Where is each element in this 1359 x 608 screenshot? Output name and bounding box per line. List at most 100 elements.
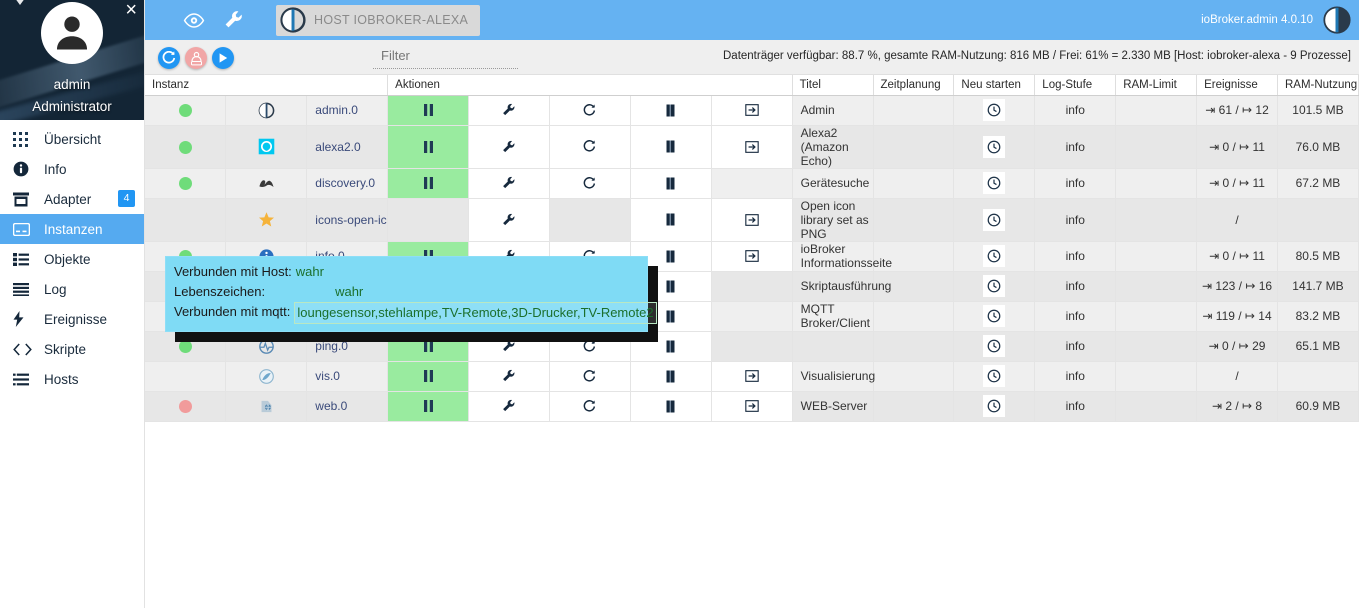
link-icon[interactable] bbox=[712, 96, 792, 125]
loglevel-cell[interactable]: info bbox=[1034, 125, 1117, 169]
loglevel-cell[interactable]: info bbox=[1034, 361, 1117, 392]
action-pause-cell[interactable] bbox=[387, 95, 470, 126]
ramlimit-cell[interactable] bbox=[1115, 95, 1198, 126]
restart-icon[interactable] bbox=[550, 362, 630, 391]
action-delete-cell[interactable] bbox=[630, 361, 712, 392]
restart-icon[interactable] bbox=[550, 96, 630, 125]
link-icon[interactable] bbox=[712, 392, 792, 421]
ramlimit-cell[interactable] bbox=[1115, 198, 1198, 242]
action-pause-cell[interactable] bbox=[387, 125, 470, 169]
status-dot-stopped[interactable] bbox=[178, 400, 192, 414]
ramlimit-cell[interactable] bbox=[1115, 125, 1198, 169]
sidebar-item-ereignisse[interactable]: Ereignisse bbox=[0, 304, 144, 334]
sidebar-item-hosts[interactable]: Hosts bbox=[0, 364, 144, 394]
ramlimit-cell[interactable] bbox=[1115, 301, 1198, 332]
settings-icon[interactable] bbox=[469, 392, 549, 421]
link-icon[interactable] bbox=[712, 205, 792, 234]
schedule-cell[interactable] bbox=[873, 331, 955, 362]
delete-icon[interactable] bbox=[631, 332, 711, 361]
action-restart-cell[interactable] bbox=[549, 168, 631, 199]
wrench-icon[interactable] bbox=[214, 0, 254, 40]
action-restart-cell[interactable] bbox=[549, 331, 631, 362]
restart-schedule-cell[interactable] bbox=[953, 391, 1036, 422]
restart-schedule-cell[interactable] bbox=[953, 301, 1036, 332]
ramlimit-cell[interactable] bbox=[1115, 331, 1198, 362]
table-row[interactable]: icons-open-icon-library Open icon library… bbox=[145, 198, 1359, 242]
schedule-restart-icon[interactable] bbox=[983, 135, 1006, 158]
restart-schedule-cell[interactable] bbox=[953, 271, 1036, 302]
delete-icon[interactable] bbox=[631, 205, 711, 234]
filter-input[interactable] bbox=[373, 48, 518, 65]
link-icon[interactable] bbox=[712, 362, 792, 391]
sidebar-item-adapter[interactable]: Adapter 4 bbox=[0, 184, 144, 214]
sidebar-item-log[interactable]: Log bbox=[0, 274, 144, 304]
action-settings-cell[interactable] bbox=[468, 198, 550, 242]
restart-schedule-cell[interactable] bbox=[953, 168, 1036, 199]
schedule-restart-icon[interactable] bbox=[983, 208, 1006, 231]
settings-icon[interactable] bbox=[469, 96, 549, 125]
table-row[interactable]: admin.0 Admin info ⇥ 61 / ↦ 12 101.5 MB bbox=[145, 95, 1359, 126]
action-delete-cell[interactable] bbox=[630, 95, 712, 126]
loglevel-cell[interactable]: info bbox=[1034, 241, 1117, 272]
restart-schedule-cell[interactable] bbox=[953, 331, 1036, 362]
schedule-cell[interactable] bbox=[873, 198, 955, 242]
instance-name-cell[interactable]: icons-open-icon-library bbox=[306, 198, 389, 242]
action-delete-cell[interactable] bbox=[630, 331, 712, 362]
expand-caret-icon[interactable] bbox=[9, 0, 31, 5]
pause-icon[interactable] bbox=[388, 362, 468, 391]
column-header-zeitplanung[interactable]: Zeitplanung bbox=[873, 75, 955, 96]
instance-name-cell[interactable]: web.0 bbox=[306, 391, 389, 422]
link-icon[interactable] bbox=[712, 132, 792, 161]
sidebar-item-uebersicht[interactable]: Übersicht bbox=[0, 124, 144, 154]
loglevel-cell[interactable]: info bbox=[1034, 331, 1117, 362]
action-delete-cell[interactable] bbox=[630, 125, 712, 169]
schedule-restart-icon[interactable] bbox=[983, 99, 1006, 121]
restart-schedule-cell[interactable] bbox=[953, 125, 1036, 169]
table-row[interactable]: ping.0 info ⇥ 0 / ↦ 29 65.1 MB bbox=[145, 331, 1359, 362]
column-header-aktionen[interactable]: Aktionen bbox=[387, 75, 793, 96]
ramlimit-cell[interactable] bbox=[1115, 391, 1198, 422]
action-pause-cell[interactable] bbox=[387, 391, 470, 422]
restart-schedule-cell[interactable] bbox=[953, 361, 1036, 392]
restart-schedule-cell[interactable] bbox=[953, 198, 1036, 242]
schedule-restart-icon[interactable] bbox=[983, 365, 1006, 387]
play-icon[interactable] bbox=[212, 47, 234, 69]
status-dot-running[interactable] bbox=[178, 340, 192, 354]
action-link-cell[interactable] bbox=[711, 198, 793, 242]
pause-icon[interactable] bbox=[388, 96, 468, 125]
action-delete-cell[interactable] bbox=[630, 168, 712, 199]
iobroker-logo-icon[interactable] bbox=[1323, 6, 1351, 34]
column-header-log-stufe[interactable]: Log-Stufe bbox=[1034, 75, 1117, 96]
instance-name-cell[interactable]: discovery.0 bbox=[306, 168, 389, 199]
sidebar-item-instanzen[interactable]: Instanzen bbox=[0, 214, 144, 244]
schedule-restart-icon[interactable] bbox=[983, 305, 1006, 327]
column-header-neu-starten[interactable]: Neu starten bbox=[953, 75, 1036, 96]
loglevel-cell[interactable]: info bbox=[1034, 198, 1117, 242]
host-chip[interactable]: HOST IOBROKER-ALEXA bbox=[276, 4, 481, 36]
column-header-instanz[interactable]: Instanz bbox=[145, 75, 389, 96]
loglevel-cell[interactable]: info bbox=[1034, 391, 1117, 422]
action-link-cell[interactable] bbox=[711, 391, 793, 422]
link-icon[interactable] bbox=[712, 242, 792, 271]
instance-name-cell[interactable]: vis.0 bbox=[306, 361, 389, 392]
column-header-ereignisse[interactable]: Ereignisse bbox=[1196, 75, 1278, 96]
action-restart-cell[interactable] bbox=[549, 95, 631, 126]
column-header-ram-nutzung[interactable]: RAM-Nutzung bbox=[1277, 75, 1359, 96]
delete-icon[interactable] bbox=[631, 96, 711, 125]
column-header-ram-limit[interactable]: RAM-Limit bbox=[1115, 75, 1198, 96]
schedule-restart-icon[interactable] bbox=[983, 395, 1006, 417]
action-settings-cell[interactable] bbox=[468, 125, 550, 169]
action-delete-cell[interactable] bbox=[630, 391, 712, 422]
delete-icon[interactable] bbox=[631, 132, 711, 161]
ramlimit-cell[interactable] bbox=[1115, 241, 1198, 272]
pause-icon[interactable] bbox=[388, 132, 468, 161]
restart-schedule-cell[interactable] bbox=[953, 241, 1036, 272]
delete-icon[interactable] bbox=[631, 169, 711, 198]
ramlimit-cell[interactable] bbox=[1115, 271, 1198, 302]
schedule-cell[interactable] bbox=[873, 391, 955, 422]
column-header-titel[interactable]: Titel bbox=[792, 75, 874, 96]
restart-icon[interactable] bbox=[550, 132, 630, 161]
filter-field[interactable] bbox=[373, 47, 518, 69]
action-settings-cell[interactable] bbox=[468, 391, 550, 422]
settings-icon[interactable] bbox=[469, 169, 549, 198]
